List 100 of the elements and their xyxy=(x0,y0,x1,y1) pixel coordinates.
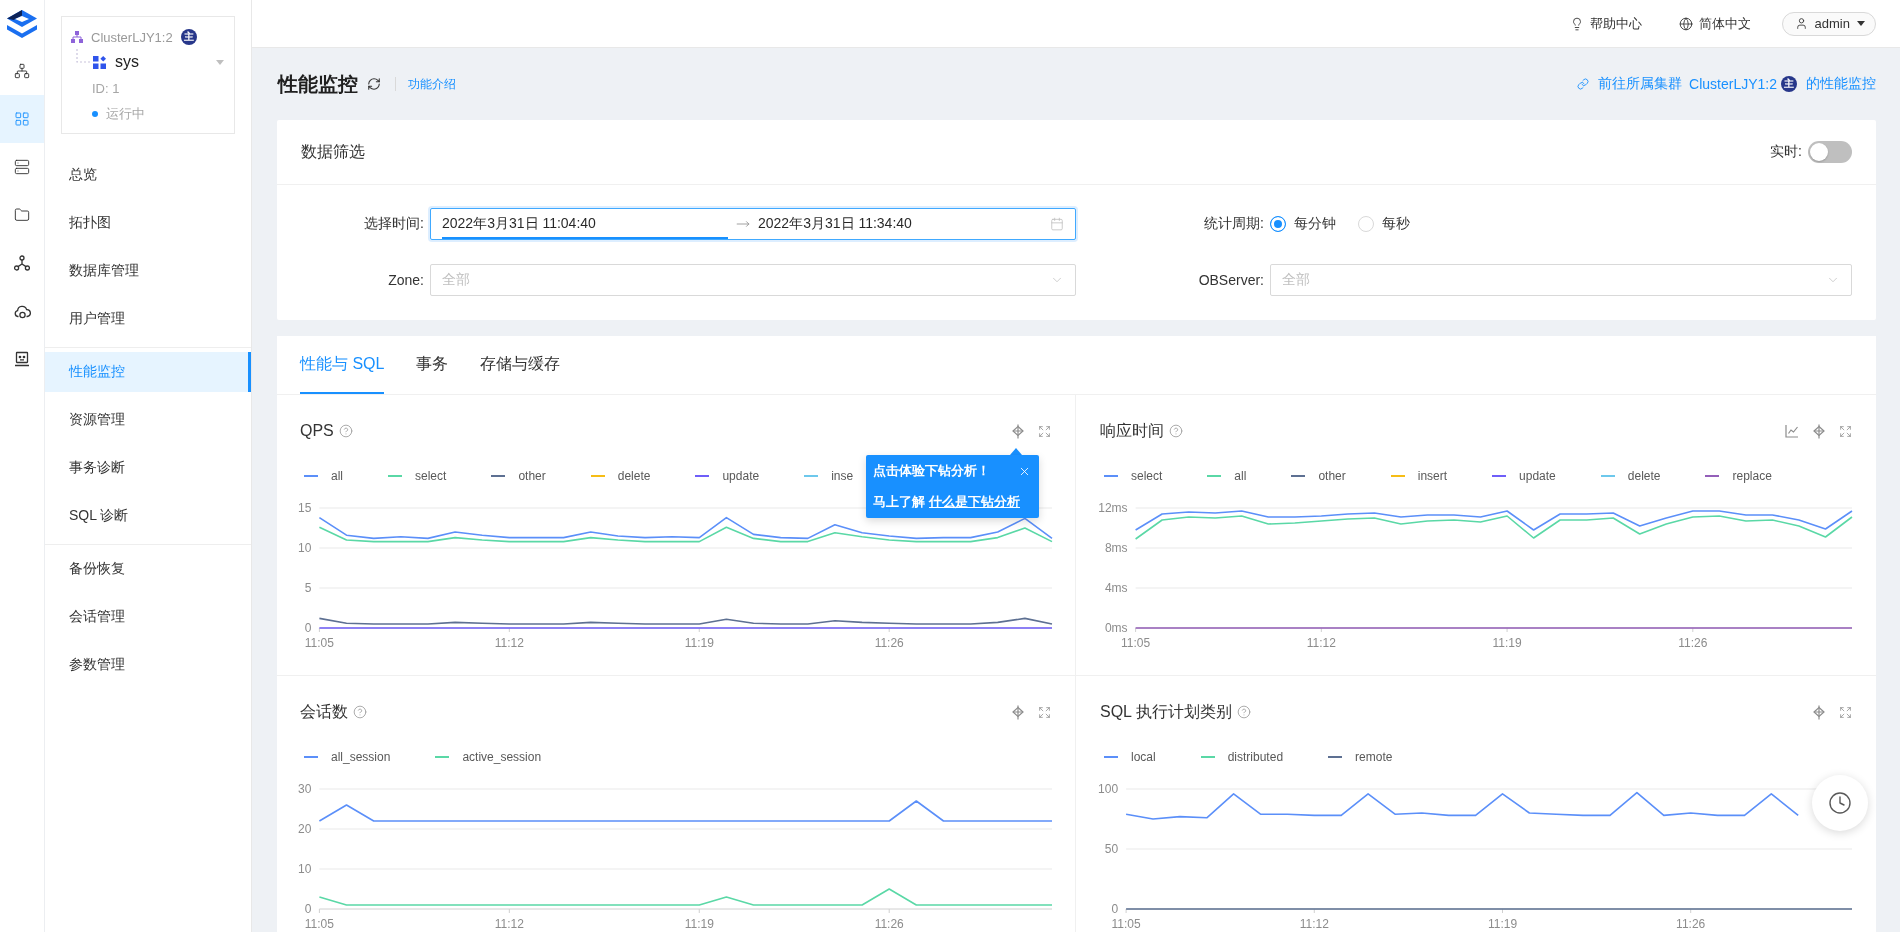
globe-icon xyxy=(1678,16,1693,31)
axis-label: 11:05 xyxy=(304,636,334,650)
clock-icon xyxy=(1828,791,1852,815)
axis-label: 11:12 xyxy=(494,917,524,931)
popover-text: 马上了解 什么是下钻分析 xyxy=(873,492,1021,513)
legend-label[interactable]: insert xyxy=(1417,469,1448,483)
status-text: 运行中 xyxy=(106,105,145,123)
axis-label: 11:19 xyxy=(1492,636,1522,650)
menu-item[interactable]: 事务诊断 xyxy=(45,448,251,488)
cluster-monitor-link[interactable]: 前往所属集群 ClusterLJY1:2 主 的性能监控 xyxy=(1577,75,1876,93)
axis-label: 10 xyxy=(298,862,312,876)
legend-label[interactable]: delete xyxy=(1627,469,1661,483)
link-icon xyxy=(1577,78,1590,90)
diamond-icon[interactable] xyxy=(1011,704,1025,720)
realtime-switch[interactable] xyxy=(1808,141,1852,163)
axis-label: 11:05 xyxy=(304,917,334,931)
tab[interactable]: 事务 xyxy=(416,336,449,394)
legend-label[interactable]: other xyxy=(518,469,546,483)
user-icon xyxy=(1794,17,1808,30)
axis-label: 0ms xyxy=(1104,621,1128,635)
help-icon[interactable] xyxy=(353,705,367,719)
fullscreen-icon[interactable] xyxy=(1038,705,1051,719)
legend-label[interactable]: all xyxy=(1234,469,1247,483)
help-icon[interactable] xyxy=(338,424,353,438)
axis-label: 11:26 xyxy=(874,636,904,650)
primary-badge: 主 xyxy=(180,29,197,45)
legend-label[interactable]: all xyxy=(331,469,343,483)
blocks-icon xyxy=(93,55,106,69)
radio-button[interactable] xyxy=(1270,216,1286,232)
user-menu-button[interactable]: admin xyxy=(1781,11,1876,36)
network-icon xyxy=(14,63,30,79)
legend-label[interactable]: update xyxy=(722,469,760,483)
axis-label: 0 xyxy=(304,902,312,916)
menu-item[interactable]: 拓扑图 xyxy=(45,203,251,243)
refresh-icon[interactable] xyxy=(367,77,381,91)
legend-label[interactable]: inse xyxy=(831,469,854,483)
diamond-icon[interactable] xyxy=(1812,423,1826,439)
legend-label[interactable]: replace xyxy=(1732,469,1772,483)
axis-label: 10 xyxy=(298,541,312,555)
axis-label: 11:19 xyxy=(684,917,714,931)
fullscreen-icon[interactable] xyxy=(1839,705,1852,719)
tenant-name: sys xyxy=(115,53,139,71)
monitor-icon xyxy=(14,351,30,367)
fullscreen-icon[interactable] xyxy=(1038,424,1051,438)
cluster-name: ClusterLJY1:2 xyxy=(91,29,173,45)
legend-label[interactable]: delete xyxy=(617,469,651,483)
legend-label[interactable]: active_session xyxy=(462,750,542,764)
diamond-icon[interactable] xyxy=(1812,704,1826,720)
axis-label: 11:12 xyxy=(1299,917,1329,931)
menu-item[interactable]: 数据库管理 xyxy=(45,251,251,291)
logo-icon[interactable] xyxy=(5,8,39,39)
help-icon[interactable] xyxy=(1236,705,1251,719)
field-label: Zone: xyxy=(388,272,425,288)
menu-item[interactable]: 资源管理 xyxy=(45,400,251,440)
card-title: 数据筛选 xyxy=(301,141,365,162)
chart-title: 响应时间 xyxy=(1100,420,1164,441)
menu-item[interactable]: 会话管理 xyxy=(45,597,251,637)
axis-label: 4ms xyxy=(1104,581,1128,595)
help-center-link[interactable]: 帮助中心 xyxy=(1569,14,1642,33)
menu-item[interactable]: 备份恢复 xyxy=(45,549,251,589)
axis-label: 0 xyxy=(304,621,312,635)
legend-label[interactable]: update xyxy=(1519,469,1556,483)
fullscreen-icon[interactable] xyxy=(1839,424,1852,438)
menu-item[interactable]: 参数管理 xyxy=(45,645,251,685)
chart-title: SQL 执行计划类别 xyxy=(1100,701,1232,722)
field-label: 统计周期: xyxy=(1204,215,1265,233)
date-range-picker[interactable]: 2022年3月31日 11:04:40 2022年3月31日 11:34:40 xyxy=(430,208,1076,240)
realtime-label: 实时: xyxy=(1770,143,1802,161)
server-icon xyxy=(14,159,30,175)
page-title: 性能监控 xyxy=(278,71,358,97)
period-option[interactable]: 每分钟 xyxy=(1270,215,1336,233)
axis-label: 12ms xyxy=(1098,501,1128,515)
calendar-icon[interactable] xyxy=(1050,217,1064,231)
menu-item[interactable]: SQL 诊断 xyxy=(45,496,251,536)
menu-item[interactable]: 总览 xyxy=(45,155,251,195)
language-menu[interactable]: 简体中文 xyxy=(1678,14,1751,33)
legend-label[interactable]: select xyxy=(415,469,447,483)
axis-label: 11:12 xyxy=(1306,636,1336,650)
tab[interactable]: 存储与缓存 xyxy=(480,336,561,394)
tenant-id: ID: 1 xyxy=(92,80,120,96)
axis-label: 50 xyxy=(1104,842,1119,856)
legend-label[interactable]: other xyxy=(1318,469,1346,483)
legend-label[interactable]: distributed xyxy=(1227,750,1284,764)
period-option[interactable]: 每秒 xyxy=(1358,215,1410,233)
caret-down-icon[interactable] xyxy=(1857,21,1865,26)
legend-label[interactable]: remote xyxy=(1355,750,1393,764)
help-icon[interactable] xyxy=(1169,424,1183,438)
axis-label: 11:19 xyxy=(684,636,714,650)
menu-item[interactable]: 用户管理 xyxy=(45,299,251,339)
axis-label: 30 xyxy=(298,782,312,796)
line-chart-icon[interactable] xyxy=(1785,424,1799,438)
field-label: 选择时间: xyxy=(364,215,425,233)
folder-icon xyxy=(14,207,30,223)
legend-label[interactable]: select xyxy=(1131,469,1163,483)
diamond-icon[interactable] xyxy=(1011,423,1025,439)
legend-label[interactable]: local xyxy=(1131,750,1156,764)
cloud-icon xyxy=(13,303,31,319)
grid-icon xyxy=(14,111,30,127)
axis-label: 100 xyxy=(1098,782,1119,796)
legend-label[interactable]: all_session xyxy=(331,750,391,764)
